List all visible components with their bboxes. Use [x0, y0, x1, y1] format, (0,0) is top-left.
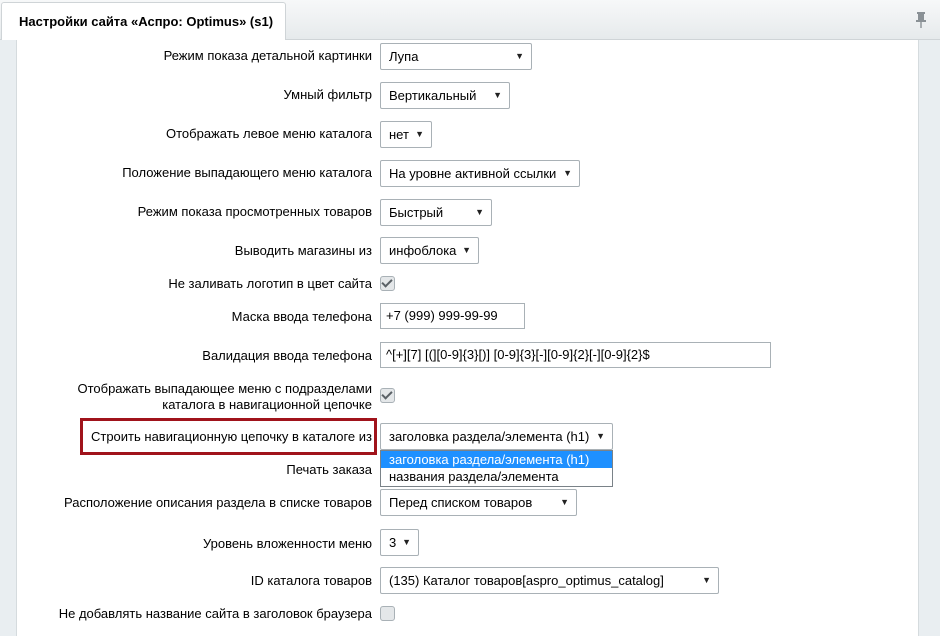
select-breadcrumb-source[interactable]: заголовка раздела/элемента (h1) ▼ — [380, 423, 613, 450]
chevron-down-icon: ▼ — [475, 207, 484, 217]
select-value: Перед списком товаров — [389, 495, 533, 510]
label-menu-depth: Уровень вложенности меню — [202, 536, 372, 551]
select-stores-source[interactable]: инфоблока ▼ — [380, 237, 479, 264]
select-value: Быстрый — [389, 205, 444, 220]
select-value: нет — [389, 127, 409, 142]
input-phone-validation[interactable]: ^[+][7] [(][0-9]{3}[)] [0-9]{3}[-][0-9]{… — [380, 342, 771, 368]
chevron-down-icon: ▼ — [515, 51, 524, 61]
select-smart-filter[interactable]: Вертикальный ▼ — [380, 82, 510, 109]
window-header: Настройки сайта «Аспро: Optimus» (s1) — [0, 0, 940, 40]
label-no-site-name-title: Не добавлять название сайта в заголовок … — [58, 606, 372, 621]
label-dropdown-menu-position: Положение выпадающего меню каталога — [122, 165, 372, 180]
label-logo-no-fill: Не заливать логотип в цвет сайта — [168, 276, 372, 291]
chevron-down-icon: ▼ — [560, 497, 569, 507]
chevron-down-icon: ▼ — [493, 90, 502, 100]
label-smart-filter: Умный фильтр — [283, 87, 373, 102]
check-icon — [381, 388, 393, 400]
select-value: заголовка раздела/элемента (h1) — [389, 429, 590, 444]
select-left-menu[interactable]: нет ▼ — [380, 121, 432, 148]
select-detail-picture[interactable]: Лупа ▼ — [380, 43, 532, 70]
label-print-order: Печать заказа — [286, 462, 372, 477]
select-value: На уровне активной ссылки — [389, 166, 557, 181]
select-dropdown-menu-position[interactable]: На уровне активной ссылки ▼ — [380, 160, 580, 187]
checkbox-logo-no-fill[interactable] — [380, 276, 395, 291]
label-phone-mask: Маска ввода телефона — [231, 309, 372, 324]
dropdown-option-h1[interactable]: заголовка раздела/элемента (h1) — [381, 451, 612, 468]
pin-icon[interactable] — [914, 11, 928, 29]
window-title: Настройки сайта «Аспро: Optimus» (s1) — [19, 14, 274, 29]
select-value: (135) Каталог товаров[aspro_optimus_cata… — [389, 573, 664, 588]
checkbox-breadcrumb-submenu[interactable] — [380, 388, 395, 403]
select-value: Вертикальный — [389, 88, 477, 103]
label-left-menu: Отображать левое меню каталога — [166, 126, 372, 141]
select-viewed-products[interactable]: Быстрый ▼ — [380, 199, 492, 226]
label-section-description: Расположение описания раздела в списке т… — [63, 495, 372, 510]
label-viewed-products: Режим показа просмотренных товаров — [137, 204, 372, 219]
select-value: инфоблока — [389, 243, 457, 258]
chevron-down-icon: ▼ — [596, 431, 605, 441]
input-phone-mask[interactable]: +7 (999) 999-99-99 — [380, 303, 525, 329]
checkbox-no-site-name-title[interactable] — [380, 606, 395, 621]
select-value: Лупа — [389, 49, 419, 64]
select-value: 3 — [389, 535, 397, 550]
select-section-description[interactable]: Перед списком товаров ▼ — [380, 489, 577, 516]
label-stores-source: Выводить магазины из — [234, 243, 372, 258]
label-breadcrumb-submenu-line1: Отображать выпадающее меню с подразделам… — [77, 381, 372, 396]
select-catalog-id[interactable]: (135) Каталог товаров[aspro_optimus_cata… — [380, 567, 719, 594]
settings-panel — [16, 40, 919, 636]
chevron-down-icon: ▼ — [415, 129, 424, 139]
select-menu-depth[interactable]: 3 ▼ — [380, 529, 419, 556]
label-catalog-id: ID каталога товаров — [250, 573, 372, 588]
dropdown-breadcrumb-source: заголовка раздела/элемента (h1) названия… — [380, 450, 613, 487]
label-detail-picture: Режим показа детальной картинки — [163, 48, 372, 63]
settings-tab[interactable]: Настройки сайта «Аспро: Optimus» (s1) — [1, 2, 286, 40]
label-phone-validation: Валидация ввода телефона — [202, 348, 372, 363]
dropdown-option-name[interactable]: названия раздела/элемента — [381, 468, 612, 485]
chevron-down-icon: ▼ — [402, 537, 411, 547]
chevron-down-icon: ▼ — [702, 575, 711, 585]
check-icon — [381, 276, 393, 288]
chevron-down-icon: ▼ — [563, 168, 572, 178]
label-breadcrumb-submenu-line2: каталога в навигационной цепочке — [162, 397, 372, 412]
label-breadcrumb-source: Строить навигационную цепочку в каталоге… — [90, 429, 372, 444]
chevron-down-icon: ▼ — [462, 245, 471, 255]
